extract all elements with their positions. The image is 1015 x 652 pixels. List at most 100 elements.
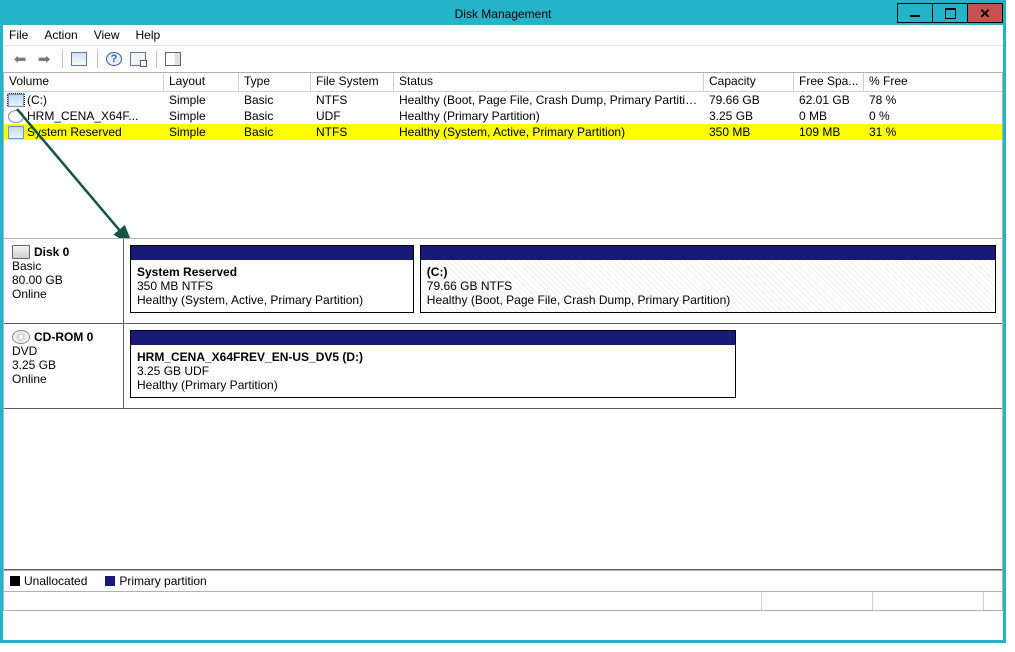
volume-cell: Simple [164, 125, 239, 139]
volume-cell: Healthy (Boot, Page File, Crash Dump, Pr… [394, 93, 704, 107]
disk-info-line: Online [12, 372, 115, 386]
menu-help[interactable]: Help [136, 28, 161, 42]
volume-cell: Healthy (System, Active, Primary Partiti… [394, 125, 704, 139]
minimize-button[interactable] [897, 3, 933, 23]
menu-view[interactable]: View [94, 28, 120, 42]
legend-label-unallocated: Unallocated [24, 574, 87, 588]
volume-row[interactable]: HRM_CENA_X64F...SimpleBasicUDFHealthy (P… [4, 108, 1002, 124]
col-header-filesystem[interactable]: File System [311, 73, 394, 91]
partition-title: System Reserved [137, 265, 407, 279]
volume-cell: Basic [239, 125, 311, 139]
disk-info[interactable]: CD-ROM 0DVD3.25 GBOnline [4, 324, 124, 408]
col-header-volume[interactable]: Volume [4, 73, 164, 91]
partition-size: 79.66 GB NTFS [427, 279, 989, 293]
disk-partitions: HRM_CENA_X64FREV_EN-US_DV5 (D:)3.25 GB U… [124, 324, 1002, 408]
volume-cell: UDF [311, 109, 394, 123]
cd-icon [8, 110, 24, 123]
toolbar-separator [62, 50, 63, 68]
volume-cell: 3.25 GB [704, 109, 794, 123]
help-icon: ? [106, 52, 122, 66]
col-header-pct-free[interactable]: % Free [864, 73, 1002, 91]
volume-cell: 78 % [864, 93, 934, 107]
partition-title: (C:) [427, 265, 989, 279]
volume-cell: Healthy (Primary Partition) [394, 109, 704, 123]
maximize-button[interactable] [932, 3, 968, 23]
disk-info-line: DVD [12, 344, 115, 358]
partition-box[interactable]: HRM_CENA_X64FREV_EN-US_DV5 (D:)3.25 GB U… [130, 330, 736, 398]
col-header-free[interactable]: Free Spa... [794, 73, 864, 91]
partition-body: HRM_CENA_X64FREV_EN-US_DV5 (D:)3.25 GB U… [131, 345, 735, 397]
drive-icon [8, 94, 24, 107]
toolbar-help-button[interactable]: ? [103, 48, 125, 70]
volume-row[interactable]: (C:)SimpleBasicNTFSHealthy (Boot, Page F… [4, 92, 1002, 108]
volume-cell: 79.66 GB [704, 93, 794, 107]
nav-forward-button[interactable]: ➡ [33, 48, 55, 70]
partition-status: Healthy (System, Active, Primary Partiti… [137, 293, 407, 307]
volume-cell: Basic [239, 109, 311, 123]
partition-icon [8, 126, 24, 139]
arrow-left-icon: ⬅ [14, 50, 27, 68]
toolbar: ⬅ ➡ ? [3, 46, 1003, 73]
disk-partitions: System Reserved350 MB NTFSHealthy (Syste… [124, 239, 1002, 323]
disk-map-empty [4, 409, 1002, 570]
disk-map-pane: Disk 0Basic80.00 GBOnlineSystem Reserved… [3, 239, 1003, 571]
toolbar-separator [156, 50, 157, 68]
volume-cell: System Reserved [4, 125, 164, 139]
partition-box[interactable]: System Reserved350 MB NTFSHealthy (Syste… [130, 245, 414, 313]
volume-cell: Basic [239, 93, 311, 107]
partition-title: HRM_CENA_X64FREV_EN-US_DV5 (D:) [137, 350, 729, 364]
properties-icon [130, 52, 146, 66]
legend-label-primary: Primary partition [119, 574, 206, 588]
title-bar: Disk Management ✕ [3, 3, 1003, 25]
legend-swatch-unallocated [10, 576, 20, 586]
col-header-layout[interactable]: Layout [164, 73, 239, 91]
col-header-type[interactable]: Type [239, 73, 311, 91]
volume-cell: 0 % [864, 109, 934, 123]
cd-drive-icon [12, 330, 30, 344]
toolbar-details-button[interactable] [68, 48, 90, 70]
volume-cell: Simple [164, 93, 239, 107]
volume-cell: 350 MB [704, 125, 794, 139]
menu-file[interactable]: File [9, 28, 28, 42]
volume-cell: HRM_CENA_X64F... [4, 109, 164, 123]
partition-color-bar [131, 331, 735, 345]
volumes-header-row: Volume Layout Type File System Status Ca… [4, 73, 1002, 92]
toolbar-separator [97, 50, 98, 68]
disk-row: CD-ROM 0DVD3.25 GBOnlineHRM_CENA_X64FREV… [4, 324, 1002, 409]
disk-info[interactable]: Disk 0Basic80.00 GBOnline [4, 239, 124, 323]
disk-info-line: Online [12, 287, 115, 301]
disk-info-line: 80.00 GB [12, 273, 115, 287]
volume-cell: NTFS [311, 93, 394, 107]
toolbar-view-button[interactable] [162, 48, 184, 70]
volume-cell: 0 MB [794, 109, 864, 123]
volume-row[interactable]: System ReservedSimpleBasicNTFSHealthy (S… [4, 124, 1002, 140]
menu-action[interactable]: Action [44, 28, 77, 42]
toolbar-properties-button[interactable] [127, 48, 149, 70]
disk-row: Disk 0Basic80.00 GBOnlineSystem Reserved… [4, 239, 1002, 324]
partition-body: (C:)79.66 GB NTFSHealthy (Boot, Page Fil… [421, 260, 995, 312]
arrow-right-icon: ➡ [38, 50, 51, 68]
partition-size: 3.25 GB UDF [137, 364, 729, 378]
disk-info-line: Basic [12, 259, 115, 273]
partition-size: 350 MB NTFS [137, 279, 407, 293]
partition-status: Healthy (Primary Partition) [137, 378, 729, 392]
partition-color-bar [421, 246, 995, 260]
menu-bar: File Action View Help [3, 25, 1003, 46]
volume-cell: 109 MB [794, 125, 864, 139]
volume-cell: 62.01 GB [794, 93, 864, 107]
col-header-capacity[interactable]: Capacity [704, 73, 794, 91]
volume-rows: (C:)SimpleBasicNTFSHealthy (Boot, Page F… [4, 92, 1002, 140]
window-controls: ✕ [898, 3, 1003, 25]
partition-body: System Reserved350 MB NTFSHealthy (Syste… [131, 260, 413, 312]
close-button[interactable]: ✕ [967, 3, 1003, 23]
partition-box[interactable]: (C:)79.66 GB NTFSHealthy (Boot, Page Fil… [420, 245, 996, 313]
window-frame: Disk Management ✕ File Action View Help … [0, 0, 1006, 643]
partition-status: Healthy (Boot, Page File, Crash Dump, Pr… [427, 293, 989, 307]
hard-disk-icon [12, 245, 30, 259]
nav-back-button[interactable]: ⬅ [9, 48, 31, 70]
legend: Unallocated Primary partition [3, 571, 1003, 592]
volumes-pane: Volume Layout Type File System Status Ca… [3, 73, 1003, 239]
legend-swatch-primary [105, 576, 115, 586]
details-icon [71, 52, 87, 66]
col-header-status[interactable]: Status [394, 73, 704, 91]
